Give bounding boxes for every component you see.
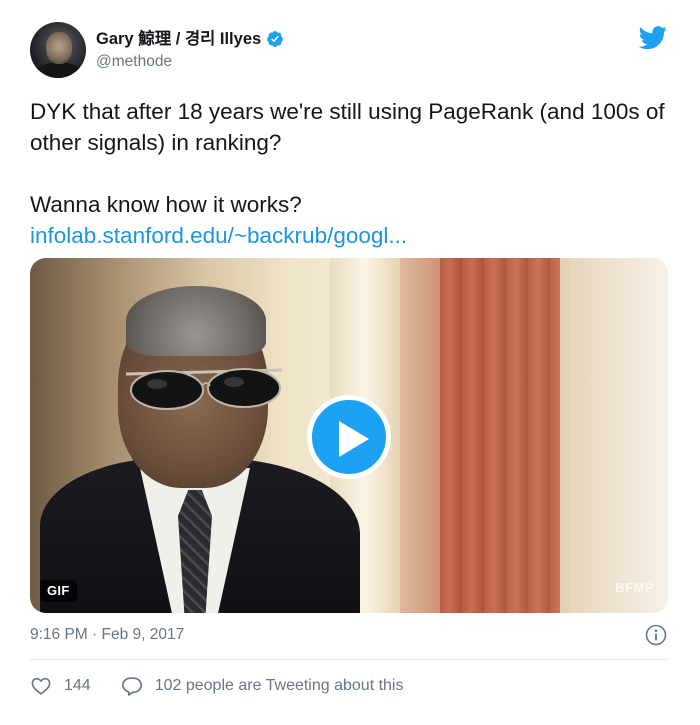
heart-icon [31, 677, 51, 695]
info-icon[interactable] [645, 624, 667, 646]
media-person-hair [126, 286, 266, 356]
tweet-link[interactable]: infolab.stanford.edu/~backrub/googl... [30, 223, 407, 248]
tweet-media[interactable]: GIF BFMP [30, 258, 668, 613]
tweet-timestamp[interactable]: 9:16 PM · Feb 9, 2017 [30, 626, 184, 644]
verified-badge-icon [267, 31, 284, 47]
author-name-row[interactable]: Gary 鯨理 / 경리 Illyes [96, 29, 284, 49]
like-action[interactable]: 144 [30, 675, 91, 697]
author-block[interactable]: Gary 鯨理 / 경리 Illyes @methode [96, 29, 284, 71]
play-button[interactable] [307, 395, 391, 479]
conversation-action[interactable]: 102 people are Tweeting about this [121, 675, 404, 697]
author-handle[interactable]: @methode [96, 53, 284, 71]
conversation-text: 102 people are Tweeting about this [154, 677, 404, 694]
divider [30, 659, 668, 660]
avatar[interactable] [30, 22, 86, 78]
tweet-text: DYK that after 18 years we're still usin… [30, 96, 670, 251]
sunglasses-icon [125, 368, 283, 410]
media-background-curtain [440, 258, 560, 613]
twitter-bird-icon[interactable] [638, 26, 668, 50]
gif-badge: GIF [40, 580, 77, 602]
author-display-name[interactable]: Gary 鯨理 / 경리 Illyes [96, 29, 261, 49]
avatar-face [46, 32, 72, 64]
tweet-line-1: DYK that after 18 years we're still usin… [30, 99, 665, 155]
tweet-line-2: Wanna know how it works? [30, 192, 302, 217]
reply-icon [121, 677, 142, 696]
media-watermark: BFMP [615, 580, 654, 595]
play-icon [339, 421, 369, 457]
avatar-shoulders [34, 62, 84, 78]
tweet-actions: 144 102 people are Tweeting about this [30, 675, 403, 697]
like-count: 144 [64, 677, 91, 694]
media-background-blur [570, 258, 668, 613]
